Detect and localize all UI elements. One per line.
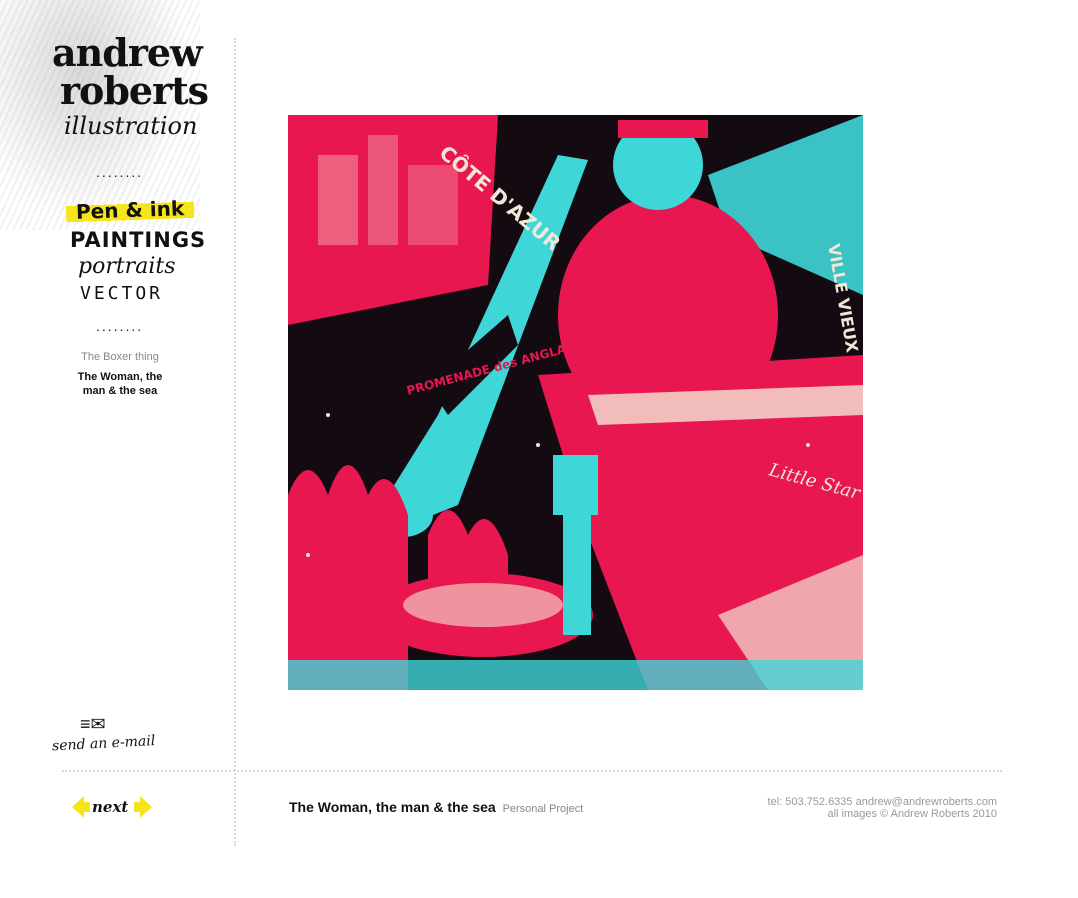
send-email-link[interactable]: ≡✉ send an e-mail bbox=[52, 714, 182, 754]
image-caption: The Woman, the man & the sea Personal Pr… bbox=[289, 799, 583, 815]
nav-item-vector[interactable]: VECTOR bbox=[80, 283, 200, 304]
contact-line-copyright: all images © Andrew Roberts 2010 bbox=[827, 808, 997, 820]
nav-separator-top: ........ bbox=[96, 164, 144, 180]
logo-line-illustration: illustration bbox=[64, 112, 198, 140]
logo-line-roberts: roberts bbox=[60, 68, 209, 113]
sub-nav: The Boxer thing The Woman, the man & the… bbox=[70, 350, 170, 398]
sub-nav-item-woman-man-sea[interactable]: The Woman, the man & the sea bbox=[70, 370, 170, 398]
contact-info: tel: 503.752.6335 andrew@andrewroberts.c… bbox=[768, 796, 997, 820]
sub-nav-item-boxer[interactable]: The Boxer thing bbox=[70, 350, 170, 364]
vertical-divider bbox=[234, 38, 236, 846]
caption-project: Personal Project bbox=[502, 803, 584, 815]
send-email-label: send an e-mail bbox=[51, 733, 156, 755]
logo-line-andrew: andrew bbox=[52, 30, 203, 75]
category-nav: Pen & ink PAINTINGS portraits VECTOR bbox=[60, 193, 205, 304]
artwork-illustration: CÔTE D'AZUR VILLE VIEUX PROMENADE des AN… bbox=[288, 115, 863, 690]
site-logo[interactable]: andrew roberts illustration bbox=[52, 30, 212, 141]
caption-title: The Woman, the man & the sea bbox=[289, 799, 496, 815]
horizontal-divider bbox=[62, 770, 1002, 772]
next-button[interactable]: next bbox=[72, 796, 152, 818]
artwork-image: CÔTE D'AZUR VILLE VIEUX PROMENADE des AN… bbox=[288, 115, 863, 690]
nav-item-paintings[interactable]: PAINTINGS bbox=[70, 228, 205, 252]
nav-item-pen-and-ink[interactable]: Pen & ink bbox=[65, 193, 195, 227]
nav-item-portraits[interactable]: portraits bbox=[78, 254, 200, 279]
contact-line-phone-email: tel: 503.752.6335 andrew@andrewroberts.c… bbox=[767, 796, 997, 808]
next-label: next bbox=[92, 798, 129, 816]
nav-separator-bottom: ........ bbox=[96, 318, 144, 334]
